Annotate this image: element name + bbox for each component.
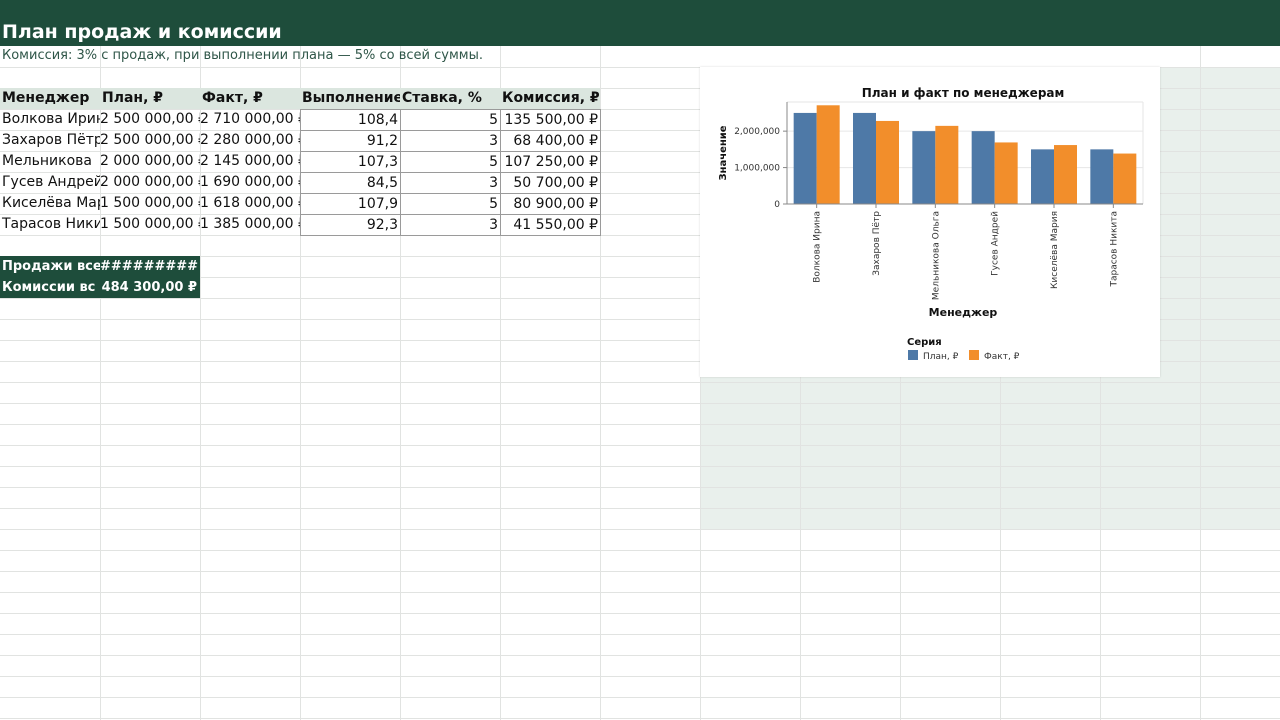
y-tick-label: 2,000,000 (734, 127, 780, 137)
cell-fact[interactable]: 1 618 000,00 ₽ (200, 193, 300, 214)
cell-plan[interactable]: 1 500 000,00 ₽ (100, 193, 200, 214)
bar-fact (994, 142, 1018, 204)
bar-plan (853, 112, 876, 204)
chart-title: План и факт по менеджерам (862, 86, 1065, 100)
cell-plan[interactable]: 2 000 000,00 ₽ (100, 151, 200, 172)
header-rate[interactable]: Ставка, % (400, 88, 500, 109)
cell-fact[interactable]: 1 385 000,00 ₽ (200, 214, 300, 235)
x-axis-title: Менеджер (929, 306, 998, 319)
header-commission[interactable]: Комиссия, ₽ (500, 88, 600, 109)
chart-gridlines (787, 101, 1144, 205)
bar-plan (793, 112, 817, 204)
cell-commission[interactable]: 135 500,00 ₽ (500, 109, 601, 131)
cell-completion[interactable]: 92,3 (300, 214, 401, 236)
bar-fact (1054, 145, 1077, 204)
cell-rate[interactable]: 5 (400, 151, 501, 173)
commission-note[interactable]: Комиссия: 3% с продаж, при выполнении пл… (2, 48, 483, 63)
header-completion[interactable]: Выполнение, (300, 88, 400, 109)
total-commission-label[interactable]: Комиссии вс (0, 277, 100, 298)
legend-swatch-plan (908, 350, 918, 360)
chart-svg: План и факт по менеджерам 0 1,000,000 2,00… (718, 86, 1144, 362)
total-sales-value[interactable]: ######### (100, 256, 200, 277)
bar-fact (935, 125, 959, 204)
bar-plan (1031, 149, 1054, 204)
cell-plan[interactable]: 2 500 000,00 ₽ (100, 109, 200, 130)
x-tick-label: Захаров Пётр (872, 211, 882, 276)
cell-commission[interactable]: 50 700,00 ₽ (500, 172, 601, 194)
cell-manager[interactable]: Гусев Андрей (0, 172, 100, 193)
cell-commission[interactable]: 41 550,00 ₽ (500, 214, 601, 236)
cell-plan[interactable]: 2 500 000,00 ₽ (100, 130, 200, 151)
cell-plan[interactable]: 1 500 000,00 ₽ (100, 214, 200, 235)
cell-fact[interactable]: 2 280 000,00 ₽ (200, 130, 300, 151)
bar-plan (1090, 149, 1114, 204)
cell-manager[interactable]: Тарасов Ники (0, 214, 100, 235)
bar-fact (1113, 153, 1137, 204)
cell-rate[interactable]: 3 (400, 130, 501, 152)
cell-completion[interactable]: 91,2 (300, 130, 401, 152)
x-ticks: Волкова Ирина Захаров Пётр Мельникова Ольг… (813, 204, 1119, 300)
cell-fact[interactable]: 1 690 000,00 ₽ (200, 172, 300, 193)
cell-completion[interactable]: 107,3 (300, 151, 401, 173)
cell-rate[interactable]: 5 (400, 193, 501, 215)
cell-completion[interactable]: 108,4 (300, 109, 401, 131)
bar-fact (816, 105, 840, 204)
bar-plan (912, 131, 936, 204)
cell-completion[interactable]: 84,5 (300, 172, 401, 194)
cell-commission[interactable]: 80 900,00 ₽ (500, 193, 601, 215)
cell-manager[interactable]: Захаров Пётр (0, 130, 100, 151)
x-tick-label: Тарасов Никита (1109, 211, 1119, 288)
x-tick-label: Гусев Андрей (991, 211, 1001, 276)
page-title[interactable]: План продаж и комиссии (2, 21, 282, 43)
chart-bars (793, 105, 1137, 204)
cell-fact[interactable]: 2 710 000,00 ₽ (200, 109, 300, 130)
y-tick-label: 0 (774, 200, 780, 210)
cell-rate[interactable]: 5 (400, 109, 501, 131)
y-axis-title: Значение (718, 125, 729, 180)
legend-swatch-fact (969, 350, 979, 360)
total-commission-value[interactable]: 484 300,00 ₽ (100, 277, 200, 298)
cell-rate[interactable]: 3 (400, 214, 501, 236)
plan-fact-chart[interactable]: План и факт по менеджерам 0 1,000,000 2,00… (700, 67, 1160, 377)
legend-label-fact: Факт, ₽ (984, 352, 1020, 362)
x-tick-label: Мельникова Ольга (931, 211, 941, 300)
cell-manager[interactable]: Волкова Ирин (0, 109, 100, 130)
header-manager[interactable]: Менеджер (0, 88, 100, 109)
y-tick-label: 1,000,000 (734, 164, 780, 174)
x-tick-label: Волкова Ирина (813, 211, 823, 283)
cell-commission[interactable]: 107 250,00 ₽ (500, 151, 601, 173)
bar-plan (971, 131, 995, 204)
cell-manager[interactable]: Киселёва Мар (0, 193, 100, 214)
cell-manager[interactable]: Мельникова (0, 151, 100, 172)
cell-rate[interactable]: 3 (400, 172, 501, 194)
cell-plan[interactable]: 2 000 000,00 ₽ (100, 172, 200, 193)
cell-fact[interactable]: 2 145 000,00 ₽ (200, 151, 300, 172)
bar-fact (876, 120, 899, 204)
legend-title: Серия (907, 337, 942, 348)
header-plan[interactable]: План, ₽ (100, 88, 200, 109)
x-tick-label: Киселёва Мария (1050, 211, 1060, 289)
cell-commission[interactable]: 68 400,00 ₽ (500, 130, 601, 152)
legend-label-plan: План, ₽ (923, 352, 959, 362)
header-fact[interactable]: Факт, ₽ (200, 88, 300, 109)
cell-completion[interactable]: 107,9 (300, 193, 401, 215)
total-sales-label[interactable]: Продажи все (0, 256, 100, 277)
y-ticks: 0 1,000,000 2,000,000 (734, 127, 787, 210)
